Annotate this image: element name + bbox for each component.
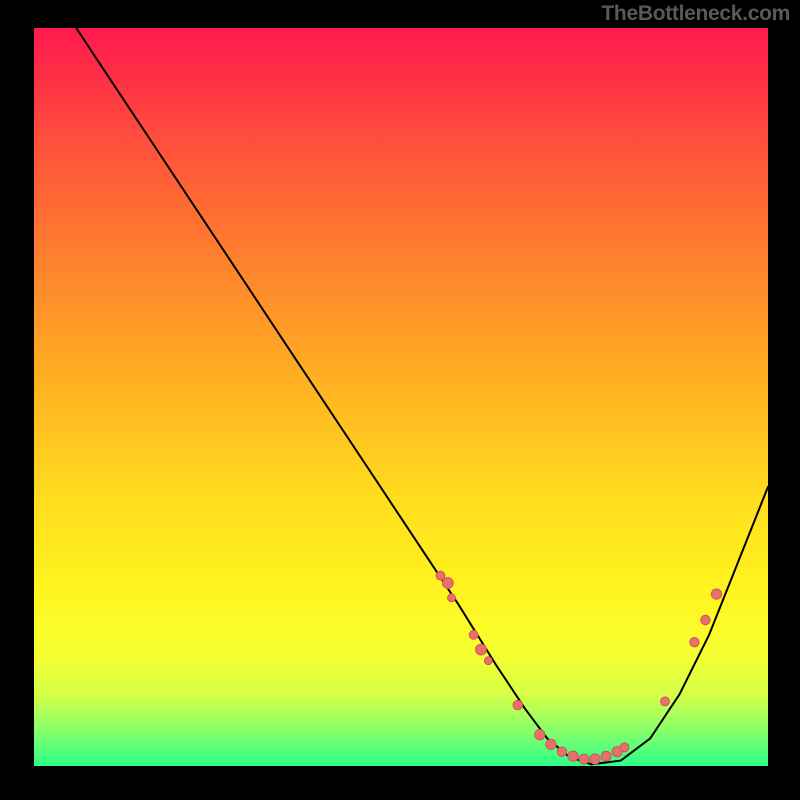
curve-marker xyxy=(436,571,445,580)
curve-marker xyxy=(690,637,700,647)
curve-marker xyxy=(448,594,456,602)
curve-marker xyxy=(579,754,589,764)
chart-frame: TheBottleneck.com xyxy=(0,0,800,800)
curve-layer xyxy=(32,28,768,768)
curve-markers xyxy=(436,571,722,764)
plot-area xyxy=(32,28,768,768)
curve-marker xyxy=(601,751,611,761)
curve-marker xyxy=(476,644,487,655)
curve-marker xyxy=(469,630,478,639)
bottleneck-curve xyxy=(76,28,768,764)
curve-marker xyxy=(590,754,600,764)
curve-marker xyxy=(535,730,545,740)
curve-marker xyxy=(546,739,556,749)
curve-marker xyxy=(661,697,670,706)
curve-marker xyxy=(620,743,629,752)
curve-marker xyxy=(513,700,523,710)
curve-marker xyxy=(484,657,492,665)
curve-marker xyxy=(557,747,567,757)
curve-marker xyxy=(568,751,578,761)
curve-marker xyxy=(711,589,721,599)
curve-marker xyxy=(701,615,711,625)
curve-marker xyxy=(442,578,453,589)
watermark-text: TheBottleneck.com xyxy=(601,2,790,26)
